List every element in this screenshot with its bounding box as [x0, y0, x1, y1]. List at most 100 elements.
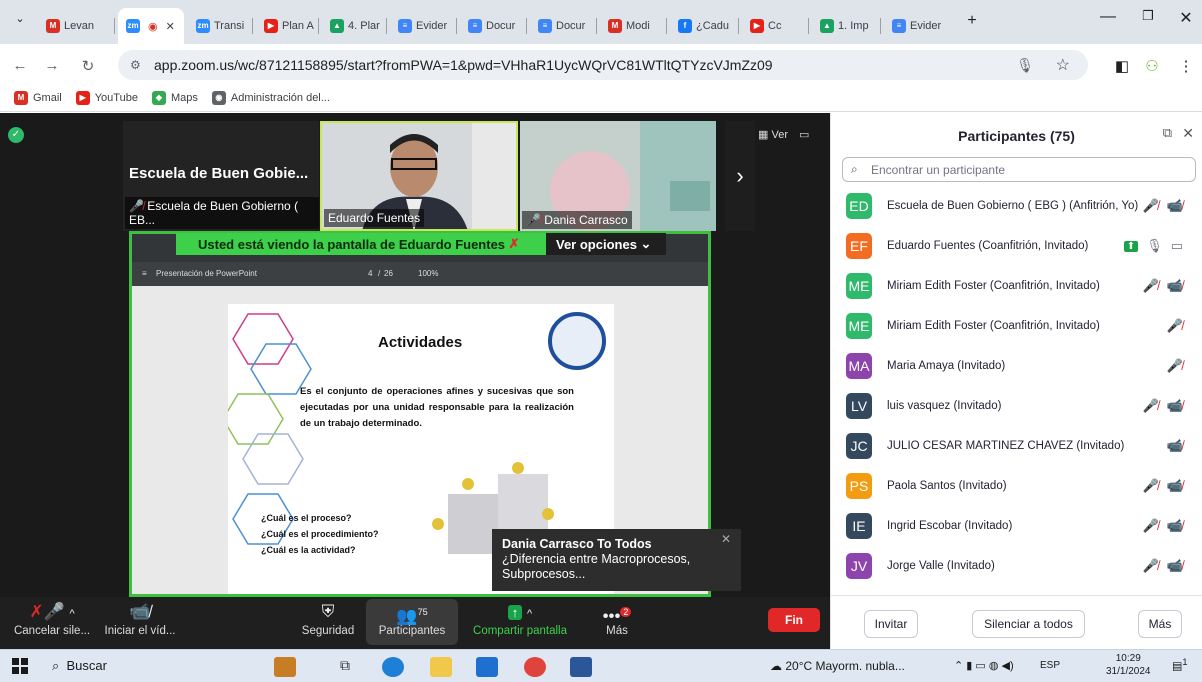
minimize-icon[interactable]: —	[1096, 8, 1120, 26]
video-tile-eduardo[interactable]: Eduardo Fuentes	[320, 121, 518, 231]
participant-row[interactable]: EF Eduardo Fuentes (Coanfitrión, Invitado…	[831, 226, 1191, 266]
banner-prefix: Usted está viendo la pantalla de	[198, 236, 396, 252]
participant-row[interactable]: JV Jorge Valle (Invitado) 🎤̸ 📹̸	[831, 546, 1191, 586]
tab-4[interactable]: ▲ 4. Plar	[322, 12, 388, 40]
next-page-arrow-icon[interactable]: ›	[725, 121, 755, 231]
tab-2[interactable]: zm Transi	[188, 12, 254, 40]
view-button[interactable]: ▦ Ver ▭	[758, 128, 809, 141]
bookmark-item[interactable]: ▶ YouTube	[75, 90, 138, 105]
tab-favicon-icon: ▶	[264, 19, 278, 33]
weather-widget[interactable]: ☁ 20°C Mayorm. nubla...	[770, 659, 905, 673]
video-off-icon: 📹̸	[1166, 518, 1183, 533]
search-icon: ⌕	[52, 658, 60, 673]
tab-separator	[596, 18, 597, 34]
cloud-icon: ☁	[770, 659, 782, 673]
tab-separator	[738, 18, 739, 34]
tab-8[interactable]: M Modi	[600, 12, 668, 40]
system-tray-icons[interactable]: ⌃ ▮ ▭ ◍ ◀)	[954, 659, 1014, 672]
participant-row[interactable]: IE Ingrid Escobar (Invitado) 🎤̸ 📹̸	[831, 506, 1191, 546]
tab-5[interactable]: ≡ Evider	[390, 12, 458, 40]
tab-label: 1. Imp	[838, 20, 869, 32]
tab-label: ¿Cadu	[696, 20, 730, 32]
notifications-icon[interactable]: ▤1	[1172, 657, 1188, 673]
mic-off-icon: 🎤̸	[1166, 358, 1183, 373]
participant-row[interactable]: LV luis vasquez (Invitado) 🎤̸ 📹̸	[831, 386, 1191, 426]
participant-row[interactable]: PS Paola Santos (Invitado) 🎤̸ 📹̸	[831, 466, 1191, 506]
tab-3[interactable]: ▶ Plan A	[256, 12, 320, 40]
tab-11[interactable]: ▲ 1. Imp	[812, 12, 882, 40]
video-tile-dania[interactable]: 🎤̸ Dania Carrasco	[520, 121, 716, 231]
participant-row[interactable]: ME Miriam Edith Foster (Coanfitrión, Invi…	[831, 266, 1191, 306]
clock[interactable]: 10:29 31/1/2024	[1106, 652, 1151, 678]
extension-icon[interactable]: ⚇	[1142, 57, 1162, 75]
tab-favicon-icon: f	[678, 19, 692, 33]
participant-row[interactable]: MA Maria Amaya (Invitado) 🎤̸	[831, 346, 1191, 386]
participant-row[interactable]: ED Escuela de Buen Gobierno ( EBG ) (Anfi…	[831, 186, 1191, 226]
new-tab-icon[interactable]: +	[960, 12, 984, 30]
chrome-icon[interactable]	[524, 657, 546, 677]
avatar: LV	[846, 393, 872, 419]
participant-search-input[interactable]: ⌕ Encontrar un participante	[842, 157, 1196, 182]
tab-6[interactable]: ≡ Docur	[460, 12, 528, 40]
panel-footer: Invitar Silenciar a todos Más	[831, 595, 1202, 649]
encryption-shield-icon[interactable]: ✓	[8, 127, 24, 143]
bookmark-favicon-icon: M	[14, 90, 28, 105]
back-icon[interactable]: ←	[10, 57, 30, 74]
tab-0[interactable]: M Levan	[38, 12, 116, 40]
restore-icon[interactable]: ❐	[1136, 8, 1160, 24]
tab-1[interactable]: zm ◉ ✕	[118, 8, 184, 44]
avatar: EF	[846, 233, 872, 259]
tab-9[interactable]: f ¿Cadu	[670, 12, 740, 40]
tab-search-icon[interactable]: ⌄	[8, 12, 32, 25]
more-button[interactable]: ••• 2 Más	[594, 599, 640, 637]
close-icon[interactable]: ✕	[721, 532, 731, 547]
windows-start-icon[interactable]	[12, 658, 28, 674]
close-panel-icon[interactable]: ✕	[1182, 125, 1194, 142]
bookmark-item[interactable]: ◆ Maps	[151, 90, 198, 105]
tab-label: 4. Plar	[348, 20, 380, 32]
edge-icon[interactable]	[382, 657, 404, 677]
invite-button[interactable]: Invitar	[864, 610, 918, 638]
grid-icon: ▦	[758, 129, 769, 141]
task-view-icon[interactable]: ⧉	[334, 657, 356, 677]
taskbar-search[interactable]: ⌕ Buscar	[52, 658, 107, 674]
side-panel-icon[interactable]: ◧	[1112, 57, 1132, 75]
participant-row[interactable]: ME Miriam Edith Foster (Coanfitrión, Invi…	[831, 306, 1191, 346]
close-tab-icon[interactable]: ✕	[166, 20, 175, 33]
mute-all-button[interactable]: Silenciar a todos	[972, 610, 1085, 638]
close-window-icon[interactable]: ✕	[1174, 8, 1198, 28]
more-options-button[interactable]: Más	[1138, 610, 1182, 638]
end-meeting-button[interactable]: Fin	[768, 608, 820, 632]
bookmark-item[interactable]: M Gmail	[14, 90, 62, 105]
file-explorer-icon[interactable]	[430, 657, 452, 677]
participants-button[interactable]: 👥75 Participantes	[366, 599, 458, 645]
tab-separator	[808, 18, 809, 34]
video-button[interactable]: 📹̸ Iniciar el víd...	[100, 599, 180, 637]
minimize-view-icon[interactable]: ▭	[799, 129, 809, 141]
bookmark-star-icon[interactable]: ☆	[1056, 55, 1070, 75]
share-screen-button[interactable]: ↑ ^ Compartir pantalla	[468, 599, 572, 637]
audio-button[interactable]: ✗🎤 ^ Cancelar sile...	[4, 599, 100, 637]
word-icon[interactable]	[570, 657, 592, 677]
microphone-icon[interactable]: 🎙	[1016, 57, 1034, 74]
tab-12[interactable]: ≡ Evider	[884, 12, 952, 40]
view-options-button[interactable]: Ver opciones ⌄	[546, 233, 666, 255]
briefcase-icon[interactable]	[274, 657, 296, 677]
reload-icon[interactable]: ↻	[78, 57, 98, 75]
tab-7[interactable]: ≡ Docur	[530, 12, 598, 40]
windows-taskbar: ⌕ Buscar ⧉ ☁ 20°C Mayorm. nubla... ⌃ ▮ ▭…	[0, 649, 1202, 682]
site-settings-icon[interactable]: ⚙	[130, 58, 141, 72]
chat-notification[interactable]: Dania Carrasco To Todos ¿Diferencia entr…	[492, 529, 741, 591]
mail-icon[interactable]	[476, 657, 498, 677]
tab-10[interactable]: ▶ Cc	[742, 12, 810, 40]
menu-icon[interactable]: ⋮	[1176, 57, 1196, 75]
language-indicator[interactable]: ESP	[1040, 660, 1060, 671]
bookmark-item[interactable]: ◉ Administración del...	[211, 90, 330, 105]
popout-icon[interactable]: ⧉	[1163, 125, 1172, 141]
host-video-tile[interactable]: Escuela de Buen Gobie... 🎤̸ Escuela de B…	[123, 121, 319, 231]
security-button[interactable]: ⛨ Seguridad	[298, 599, 358, 637]
participant-row[interactable]: JC JULIO CESAR MARTINEZ CHAVEZ (Invitado)…	[831, 426, 1191, 466]
tab-separator	[666, 18, 667, 34]
url-input[interactable]: ⚙ app.zoom.us/wc/87121158895/start?fromP…	[118, 50, 1088, 80]
forward-icon[interactable]: →	[42, 57, 62, 74]
